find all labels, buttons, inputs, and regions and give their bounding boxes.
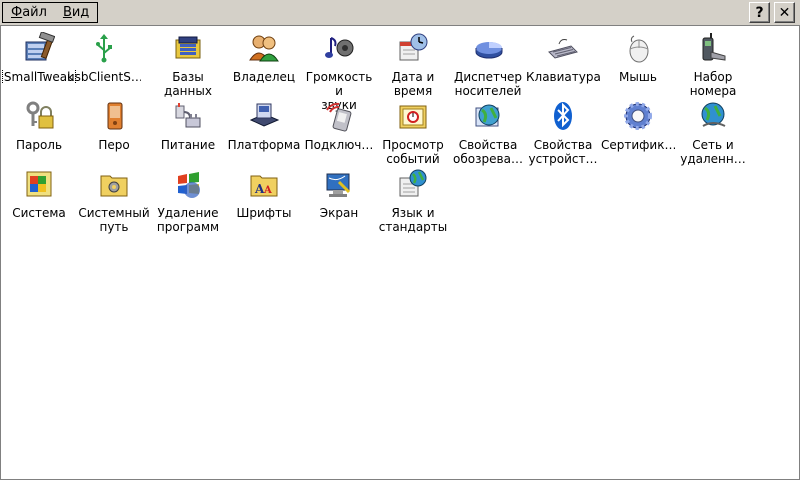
item-label: Базы данных	[164, 70, 212, 98]
item-label: Шрифты	[236, 206, 292, 220]
item-label: Свойства обозрева…	[453, 138, 523, 166]
item-label: Дата и время	[391, 70, 435, 98]
item-connections[interactable]: Подключ…	[302, 98, 376, 164]
tools-icon	[25, 32, 55, 61]
database-icon	[175, 36, 201, 59]
item-label: Набор номера	[689, 70, 737, 98]
item-label: Экран	[319, 206, 359, 220]
item-databases[interactable]: Базы данных	[151, 30, 225, 98]
menu-view-label: ид	[71, 5, 90, 20]
item-remove-programs[interactable]: Удаление программ	[151, 166, 225, 234]
item-label: Мышь	[619, 70, 657, 84]
item-mouse[interactable]: Мышь	[601, 30, 675, 96]
item-label: Просмотр событий	[382, 138, 444, 166]
item-usbclient[interactable]: usbClientS…	[67, 30, 141, 96]
item-network[interactable]: Сеть и удаленн…	[676, 98, 750, 166]
item-event-viewer[interactable]: Просмотр событий	[376, 98, 450, 166]
item-password[interactable]: Пароль	[2, 98, 76, 164]
item-browser-props[interactable]: Свойства обозрева…	[451, 98, 525, 166]
item-certificates[interactable]: Сертифик…	[601, 98, 675, 164]
browser-globe-icon	[475, 104, 500, 127]
item-system-path[interactable]: Системный путь	[77, 166, 151, 234]
menu-file-label: айл	[22, 5, 47, 20]
event-viewer-icon	[399, 105, 427, 129]
platform-icon	[249, 103, 280, 127]
close-button[interactable]: ✕	[774, 2, 795, 23]
system-icon	[26, 171, 52, 197]
item-platform[interactable]: Платформа	[227, 98, 301, 164]
item-smalltweak[interactable]: SmallTweak	[2, 30, 76, 96]
stylus-device-icon	[107, 102, 123, 130]
item-power[interactable]: Питание	[151, 98, 225, 164]
key-lock-icon	[26, 101, 54, 129]
bluetooth-icon	[554, 102, 572, 130]
item-label: SmallTweak	[2, 70, 76, 84]
owner-icon	[249, 35, 279, 62]
language-globe-icon	[399, 169, 427, 197]
item-label: Владелец	[232, 70, 296, 84]
certificate-gear-icon	[624, 102, 652, 130]
item-label: Система	[12, 206, 66, 220]
fonts-folder-icon: A A	[250, 175, 278, 197]
control-panel-view: SmallTweak usbClientS… Базы данных Владе…	[0, 26, 800, 480]
menu-view-accel: В	[62, 5, 72, 20]
item-label: usbClientS…	[67, 70, 141, 84]
uninstall-windows-icon	[178, 172, 200, 198]
item-stylus[interactable]: Перо	[77, 98, 151, 164]
display-icon	[326, 173, 351, 197]
item-label: Клавиатура	[526, 70, 600, 84]
usb-icon	[96, 34, 112, 63]
item-device-props[interactable]: Свойства устройст…	[526, 98, 600, 166]
mouse-icon	[629, 35, 649, 63]
item-label: Язык и стандарты	[378, 206, 448, 234]
clock-calendar-icon	[399, 33, 428, 61]
item-owner[interactable]: Владелец	[227, 30, 301, 96]
menu-group: Файл Вид	[2, 2, 99, 23]
menu-file[interactable]: Файл	[3, 3, 55, 22]
item-label: Сертифик…	[601, 138, 675, 152]
item-fonts[interactable]: A A Шрифты	[227, 166, 301, 232]
item-label: Свойства устройст…	[528, 138, 598, 166]
item-system[interactable]: Система	[2, 166, 76, 232]
help-glyph: ?	[755, 4, 764, 21]
svg-text:A: A	[263, 185, 272, 196]
network-globe-icon	[701, 102, 726, 127]
item-label: Питание	[160, 138, 216, 152]
item-label: Сеть и удаленн…	[680, 138, 746, 166]
item-keyboard[interactable]: Клавиатура	[526, 30, 600, 96]
speaker-icon	[325, 37, 354, 58]
item-regional[interactable]: Язык и стандарты	[376, 166, 450, 234]
item-label: Подключ…	[304, 138, 374, 152]
item-label: Перо	[98, 138, 130, 152]
storage-pie-icon	[475, 42, 503, 59]
keyboard-icon	[548, 39, 578, 59]
connection-icon	[326, 102, 352, 132]
item-label: Пароль	[15, 138, 63, 152]
item-storage-manager[interactable]: Диспетчер носителей	[451, 30, 525, 98]
menu-bar: Файл Вид ? ✕	[0, 0, 800, 26]
item-dialing[interactable]: Набор номера	[676, 30, 750, 98]
item-label: Диспетчер носителей	[453, 70, 523, 98]
item-label: Системный путь	[78, 206, 150, 234]
help-button[interactable]: ?	[749, 2, 770, 23]
power-plug-icon	[175, 103, 201, 128]
folder-gear-icon	[100, 175, 128, 197]
item-volume[interactable]: Громкость и звуки	[302, 30, 376, 112]
item-label: Платформа	[227, 138, 301, 152]
menu-view[interactable]: Вид	[55, 3, 97, 22]
phone-dial-icon	[702, 33, 726, 61]
item-display[interactable]: Экран	[302, 166, 376, 232]
item-label: Удаление программ	[156, 206, 220, 234]
close-icon: ✕	[778, 4, 791, 21]
item-datetime[interactable]: Дата и время	[376, 30, 450, 98]
menu-file-accel: Ф	[11, 5, 23, 20]
